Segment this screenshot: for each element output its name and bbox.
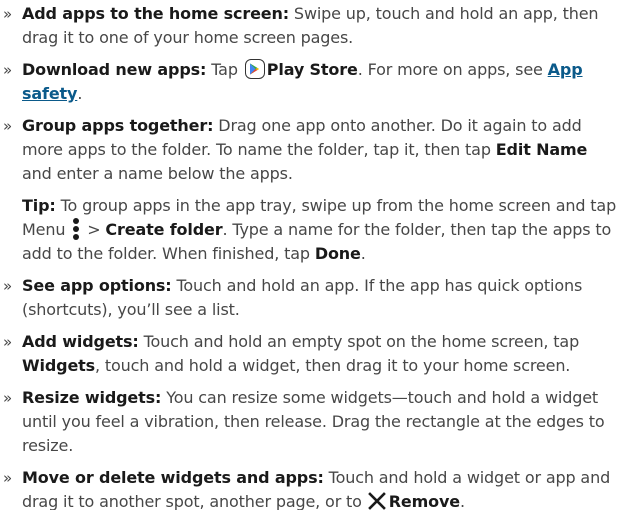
item-title: Move or delete widgets and apps: [22,468,324,487]
menu-separator: > [82,220,106,239]
list-item-add-widgets: » Add widgets: Touch and hold an empty sp… [0,330,620,378]
list-item-add-apps: » Add apps to the home screen: Swipe up, … [0,2,620,50]
play-store-label: Play Store [266,60,358,79]
item-text-end: , touch and hold a widget, then drag it … [95,356,571,375]
edit-name-action: Edit Name [495,140,588,159]
item-title: Add apps to the home screen: [22,4,289,23]
create-folder-action: Create folder [105,220,223,239]
bullet-marker: » [3,389,13,407]
close-x-icon [367,492,386,510]
tip-title: Tip: [22,196,56,215]
menu-dots-icon [72,218,80,240]
item-text: Touch and hold an empty spot on the home… [138,332,580,351]
tip-paragraph: Tip: To group apps in the app tray, swip… [0,194,620,266]
item-title: Download new apps: [22,60,207,79]
tip-text-end: . [360,244,366,263]
list-item-resize-widgets: » Resize widgets: You can resize some wid… [0,386,620,458]
document-body: » Add apps to the home screen: Swipe up, … [0,2,620,510]
widgets-action: Widgets [22,356,96,375]
bullet-marker: » [3,5,13,23]
item-text-end: . [459,492,465,510]
bullet-marker: » [3,333,13,351]
bullet-marker: » [3,469,13,487]
play-store-icon [244,59,265,79]
list-item-group-apps: » Group apps together: Drag one app onto … [0,114,620,186]
list-item-app-options: » See app options: Touch and hold an app.… [0,274,620,322]
item-title: See app options: [22,276,172,295]
item-title: Resize widgets: [22,388,162,407]
list-item-download-apps: » Download new apps: Tap Play Store. For … [0,58,620,106]
item-text-end: . [77,84,83,103]
done-action: Done [314,244,361,263]
bullet-marker: » [3,277,13,295]
item-text-end: and enter a name below the apps. [22,164,293,183]
item-text: . For more on apps, see [357,60,548,79]
bullet-marker: » [3,117,13,135]
item-text: Tap [206,60,243,79]
remove-action: Remove [388,492,460,510]
bullet-marker: » [3,61,13,79]
item-title: Add widgets: [22,332,139,351]
item-title: Group apps together: [22,116,214,135]
list-item-move-delete: » Move or delete widgets and apps: Touch … [0,466,620,510]
